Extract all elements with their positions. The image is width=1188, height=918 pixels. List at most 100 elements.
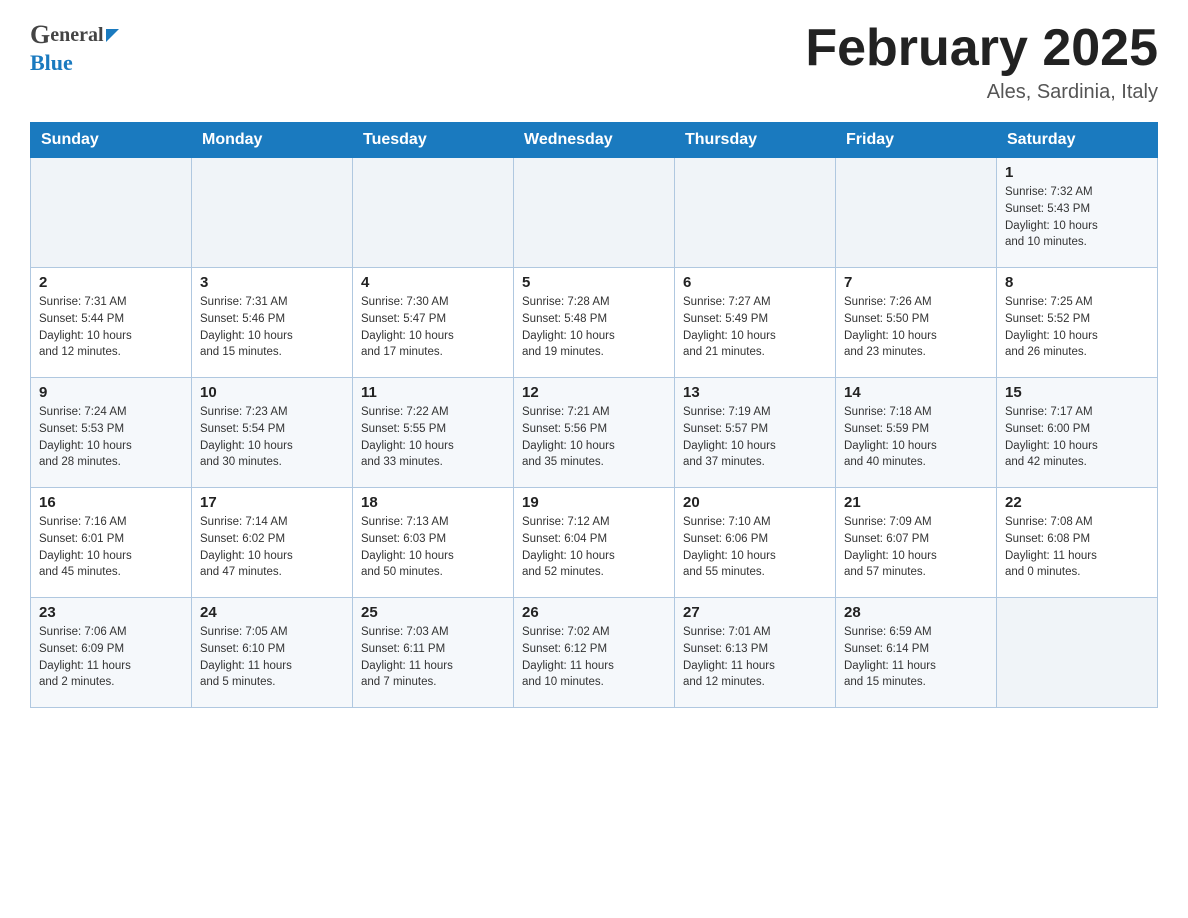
weekday-header-row: SundayMondayTuesdayWednesdayThursdayFrid…: [31, 123, 1158, 158]
logo-blue-text: Blue: [30, 50, 73, 76]
calendar-cell: [31, 158, 192, 268]
calendar-week-2: 2 Sunrise: 7:31 AM Sunset: 5:44 PM Daylig…: [31, 268, 1158, 378]
calendar-cell: 16 Sunrise: 7:16 AM Sunset: 6:01 PM Dayli…: [31, 488, 192, 598]
day-info: Sunrise: 6:59 AM Sunset: 6:14 PM Dayligh…: [844, 624, 988, 691]
calendar-cell: 3 Sunrise: 7:31 AM Sunset: 5:46 PM Daylig…: [192, 268, 353, 378]
calendar-cell: 10 Sunrise: 7:23 AM Sunset: 5:54 PM Dayli…: [192, 378, 353, 488]
calendar-week-5: 23 Sunrise: 7:06 AM Sunset: 6:09 PM Dayli…: [31, 598, 1158, 708]
day-info: Sunrise: 7:09 AM Sunset: 6:07 PM Dayligh…: [844, 514, 988, 581]
calendar-table: SundayMondayTuesdayWednesdayThursdayFrid…: [30, 122, 1158, 708]
calendar-cell: 19 Sunrise: 7:12 AM Sunset: 6:04 PM Dayli…: [514, 488, 675, 598]
calendar-cell: 27 Sunrise: 7:01 AM Sunset: 6:13 PM Dayli…: [675, 598, 836, 708]
day-number: 17: [200, 494, 344, 511]
day-info: Sunrise: 7:28 AM Sunset: 5:48 PM Dayligh…: [522, 294, 666, 361]
calendar-cell: [836, 158, 997, 268]
day-number: 18: [361, 494, 505, 511]
calendar-cell: 11Sunrise: 7:22 AM Sunset: 5:55 PM Dayli…: [353, 378, 514, 488]
calendar-cell: [353, 158, 514, 268]
day-info: Sunrise: 7:31 AM Sunset: 5:46 PM Dayligh…: [200, 294, 344, 361]
weekday-header-saturday: Saturday: [997, 123, 1158, 158]
logo: G eneral Blue: [30, 20, 119, 76]
day-info: Sunrise: 7:01 AM Sunset: 6:13 PM Dayligh…: [683, 624, 827, 691]
month-title: February 2025: [805, 20, 1158, 77]
day-number: 10: [200, 384, 344, 401]
day-number: 19: [522, 494, 666, 511]
day-info: Sunrise: 7:19 AM Sunset: 5:57 PM Dayligh…: [683, 404, 827, 471]
calendar-cell: 8 Sunrise: 7:25 AM Sunset: 5:52 PM Daylig…: [997, 268, 1158, 378]
weekday-header-friday: Friday: [836, 123, 997, 158]
day-info: Sunrise: 7:30 AM Sunset: 5:47 PM Dayligh…: [361, 294, 505, 361]
calendar-cell: 17 Sunrise: 7:14 AM Sunset: 6:02 PM Dayli…: [192, 488, 353, 598]
day-number: 20: [683, 494, 827, 511]
calendar-cell: [997, 598, 1158, 708]
calendar-cell: 2 Sunrise: 7:31 AM Sunset: 5:44 PM Daylig…: [31, 268, 192, 378]
day-info: Sunrise: 7:05 AM Sunset: 6:10 PM Dayligh…: [200, 624, 344, 691]
day-number: 3: [200, 274, 344, 291]
calendar-cell: 23 Sunrise: 7:06 AM Sunset: 6:09 PM Dayli…: [31, 598, 192, 708]
calendar-week-3: 9 Sunrise: 7:24 AM Sunset: 5:53 PM Daylig…: [31, 378, 1158, 488]
calendar-cell: 5 Sunrise: 7:28 AM Sunset: 5:48 PM Daylig…: [514, 268, 675, 378]
day-info: Sunrise: 7:26 AM Sunset: 5:50 PM Dayligh…: [844, 294, 988, 361]
day-info: Sunrise: 7:06 AM Sunset: 6:09 PM Dayligh…: [39, 624, 183, 691]
calendar-cell: [192, 158, 353, 268]
day-number: 28: [844, 604, 988, 621]
weekday-header-monday: Monday: [192, 123, 353, 158]
day-number: 6: [683, 274, 827, 291]
day-number: 8: [1005, 274, 1149, 291]
day-number: 14: [844, 384, 988, 401]
day-number: 23: [39, 604, 183, 621]
day-number: 4: [361, 274, 505, 291]
day-info: Sunrise: 7:22 AM Sunset: 5:55 PM Dayligh…: [361, 404, 505, 471]
day-info: Sunrise: 7:18 AM Sunset: 5:59 PM Dayligh…: [844, 404, 988, 471]
day-info: Sunrise: 7:25 AM Sunset: 5:52 PM Dayligh…: [1005, 294, 1149, 361]
day-info: Sunrise: 7:16 AM Sunset: 6:01 PM Dayligh…: [39, 514, 183, 581]
logo-text-g: G: [30, 20, 50, 50]
day-number: 15: [1005, 384, 1149, 401]
calendar-cell: 15 Sunrise: 7:17 AM Sunset: 6:00 PM Dayli…: [997, 378, 1158, 488]
day-info: Sunrise: 7:03 AM Sunset: 6:11 PM Dayligh…: [361, 624, 505, 691]
calendar-week-1: 1Sunrise: 7:32 AM Sunset: 5:43 PM Daylig…: [31, 158, 1158, 268]
day-info: Sunrise: 7:27 AM Sunset: 5:49 PM Dayligh…: [683, 294, 827, 361]
day-info: Sunrise: 7:24 AM Sunset: 5:53 PM Dayligh…: [39, 404, 183, 471]
calendar-cell: 7Sunrise: 7:26 AM Sunset: 5:50 PM Daylig…: [836, 268, 997, 378]
day-info: Sunrise: 7:10 AM Sunset: 6:06 PM Dayligh…: [683, 514, 827, 581]
day-info: Sunrise: 7:13 AM Sunset: 6:03 PM Dayligh…: [361, 514, 505, 581]
page-header: G eneral Blue February 2025 Ales, Sardin…: [30, 20, 1158, 104]
day-info: Sunrise: 7:21 AM Sunset: 5:56 PM Dayligh…: [522, 404, 666, 471]
calendar-cell: 24Sunrise: 7:05 AM Sunset: 6:10 PM Dayli…: [192, 598, 353, 708]
calendar-cell: 4 Sunrise: 7:30 AM Sunset: 5:47 PM Daylig…: [353, 268, 514, 378]
calendar-cell: 28 Sunrise: 6:59 AM Sunset: 6:14 PM Dayli…: [836, 598, 997, 708]
day-number: 9: [39, 384, 183, 401]
day-number: 2: [39, 274, 183, 291]
day-info: Sunrise: 7:17 AM Sunset: 6:00 PM Dayligh…: [1005, 404, 1149, 471]
calendar-cell: 21 Sunrise: 7:09 AM Sunset: 6:07 PM Dayli…: [836, 488, 997, 598]
day-number: 16: [39, 494, 183, 511]
calendar-cell: 22Sunrise: 7:08 AM Sunset: 6:08 PM Dayli…: [997, 488, 1158, 598]
day-info: Sunrise: 7:31 AM Sunset: 5:44 PM Dayligh…: [39, 294, 183, 361]
calendar-cell: 14 Sunrise: 7:18 AM Sunset: 5:59 PM Dayli…: [836, 378, 997, 488]
day-number: 27: [683, 604, 827, 621]
calendar-cell: 18 Sunrise: 7:13 AM Sunset: 6:03 PM Dayli…: [353, 488, 514, 598]
weekday-header-tuesday: Tuesday: [353, 123, 514, 158]
weekday-header-wednesday: Wednesday: [514, 123, 675, 158]
calendar-cell: 12 Sunrise: 7:21 AM Sunset: 5:56 PM Dayli…: [514, 378, 675, 488]
day-number: 26: [522, 604, 666, 621]
day-info: Sunrise: 7:12 AM Sunset: 6:04 PM Dayligh…: [522, 514, 666, 581]
calendar-cell: [675, 158, 836, 268]
weekday-header-thursday: Thursday: [675, 123, 836, 158]
day-info: Sunrise: 7:02 AM Sunset: 6:12 PM Dayligh…: [522, 624, 666, 691]
calendar-cell: 25 Sunrise: 7:03 AM Sunset: 6:11 PM Dayli…: [353, 598, 514, 708]
day-number: 5: [522, 274, 666, 291]
location: Ales, Sardinia, Italy: [805, 81, 1158, 104]
day-info: Sunrise: 7:14 AM Sunset: 6:02 PM Dayligh…: [200, 514, 344, 581]
calendar-cell: 1Sunrise: 7:32 AM Sunset: 5:43 PM Daylig…: [997, 158, 1158, 268]
day-number: 25: [361, 604, 505, 621]
day-info: Sunrise: 7:32 AM Sunset: 5:43 PM Dayligh…: [1005, 184, 1149, 251]
calendar-cell: 6 Sunrise: 7:27 AM Sunset: 5:49 PM Daylig…: [675, 268, 836, 378]
title-block: February 2025 Ales, Sardinia, Italy: [805, 20, 1158, 104]
day-number: 12: [522, 384, 666, 401]
day-info: Sunrise: 7:23 AM Sunset: 5:54 PM Dayligh…: [200, 404, 344, 471]
day-number: 21: [844, 494, 988, 511]
calendar-cell: 20 Sunrise: 7:10 AM Sunset: 6:06 PM Dayli…: [675, 488, 836, 598]
calendar-cell: 9 Sunrise: 7:24 AM Sunset: 5:53 PM Daylig…: [31, 378, 192, 488]
